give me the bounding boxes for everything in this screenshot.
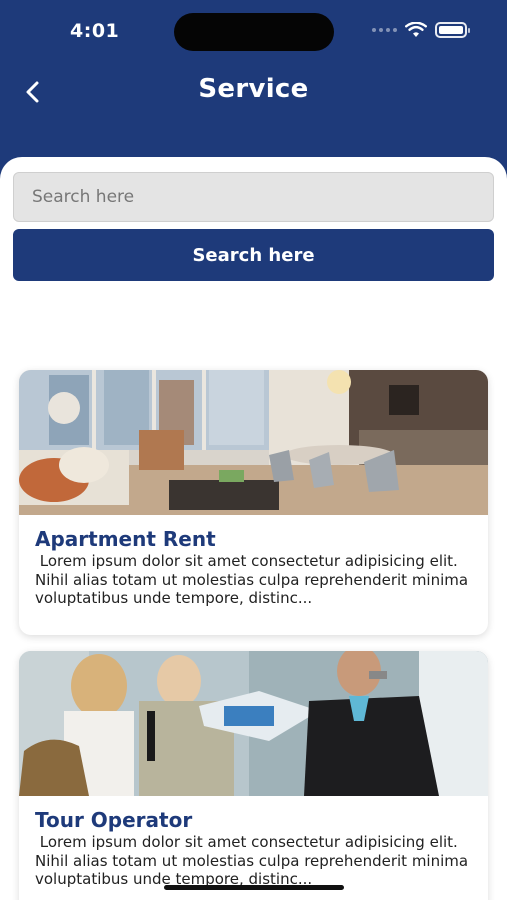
card-description: Lorem ipsum dolor sit amet consectetur a…	[35, 833, 473, 888]
tour-operator-image	[19, 651, 488, 796]
app-header: Service	[0, 62, 507, 122]
apartment-image	[19, 370, 488, 515]
status-icons	[372, 22, 470, 38]
search-button[interactable]: Search here	[13, 229, 494, 281]
wifi-icon	[405, 22, 427, 37]
home-indicator[interactable]	[164, 885, 344, 890]
status-time: 4:01	[70, 20, 120, 42]
page-title: Service	[198, 74, 309, 104]
dynamic-island	[174, 13, 334, 51]
service-card-tour-operator[interactable]: Tour Operator Lorem ipsum dolor sit amet…	[19, 651, 488, 900]
status-bar: 4:01	[0, 0, 507, 62]
card-title: Apartment Rent	[35, 527, 216, 551]
main-content: Search here Search here Apartment Rent L…	[0, 157, 507, 900]
battery-icon	[435, 22, 470, 38]
card-description: Lorem ipsum dolor sit amet consectetur a…	[35, 552, 473, 607]
service-card-apartment-rent[interactable]: Apartment Rent Lorem ipsum dolor sit ame…	[19, 370, 488, 635]
card-title: Tour Operator	[35, 808, 193, 832]
cellular-signal-icon	[372, 28, 397, 32]
search-input[interactable]	[13, 172, 494, 222]
